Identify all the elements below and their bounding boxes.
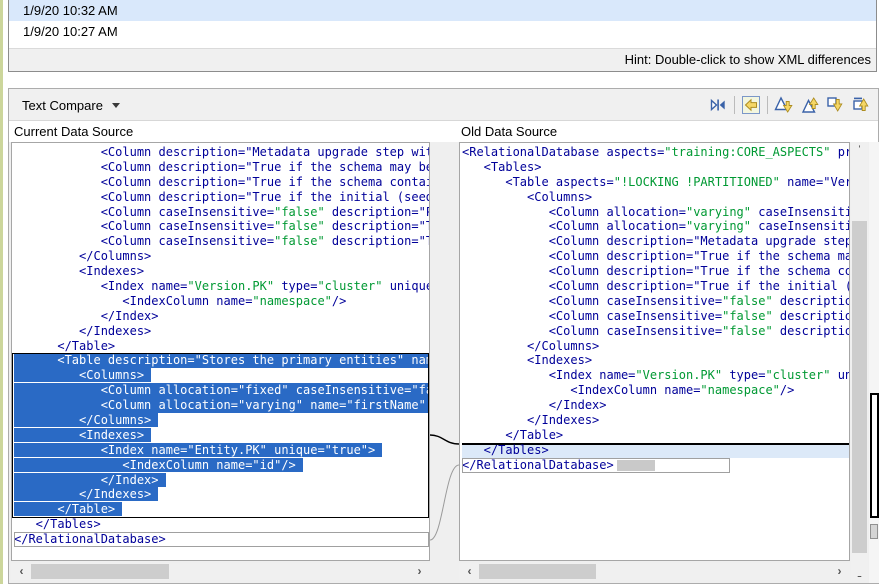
code-line[interactable]: <Indexes> bbox=[14, 428, 429, 443]
diff-marker-selected[interactable] bbox=[870, 393, 879, 518]
code-line[interactable]: <Column allocation="varying" name="first… bbox=[14, 398, 429, 413]
right-pane-title: Old Data Source bbox=[461, 124, 557, 139]
copy-current-change-right-to-left-icon[interactable] bbox=[741, 95, 761, 115]
compare-panel: Text Compare bbox=[8, 88, 879, 584]
scroll-left-icon[interactable]: ‹ bbox=[13, 563, 30, 580]
code-line[interactable]: <Table aspects="!LOCKING !PARTITIONED" n… bbox=[462, 175, 849, 190]
right-vertical-scrollbar[interactable]: ˈ ˍ bbox=[851, 142, 868, 580]
code-line[interactable]: <Column description="True if the schema … bbox=[462, 264, 849, 279]
code-line[interactable]: <Column caseInsensitive="false" descript… bbox=[462, 324, 849, 339]
code-line[interactable]: <Column allocation="fixed" caseInsensiti… bbox=[14, 383, 429, 398]
previous-change-icon[interactable] bbox=[852, 95, 872, 115]
code-line[interactable]: </RelationalDatabase> bbox=[462, 458, 730, 473]
code-line[interactable]: <Table description="Stores the primary e… bbox=[14, 353, 429, 368]
code-line[interactable]: <Indexes> bbox=[14, 264, 429, 279]
code-line[interactable]: </RelationalDatabase> bbox=[14, 532, 429, 547]
compare-toolbar: Text Compare bbox=[9, 89, 878, 121]
history-row[interactable]: 1/9/20 10:27 AM bbox=[9, 21, 876, 42]
previous-difference-icon[interactable] bbox=[800, 95, 820, 115]
code-line[interactable]: <Indexes> bbox=[462, 353, 849, 368]
diff-marker[interactable] bbox=[870, 524, 878, 539]
code-line[interactable]: <IndexColumn name="namespace"/> bbox=[462, 383, 849, 398]
scroll-left-icon[interactable]: ‹ bbox=[461, 563, 478, 580]
code-line[interactable]: </Table> bbox=[14, 502, 429, 517]
scroll-right-icon[interactable]: › bbox=[411, 563, 428, 580]
hint-bar: Hint: Double-click to show XML differenc… bbox=[9, 48, 876, 71]
code-line[interactable]: <Index name="Version.PK" type="cluster" … bbox=[14, 279, 429, 294]
next-change-icon[interactable] bbox=[826, 95, 846, 115]
code-line[interactable]: <Column caseInsensitive="false" descript… bbox=[14, 205, 429, 220]
scrollbar-thumb[interactable] bbox=[852, 221, 867, 553]
diff-overview-ruler[interactable] bbox=[869, 142, 879, 583]
code-line[interactable]: <Column caseInsensitive="false" descript… bbox=[14, 219, 429, 234]
left-code-pane[interactable]: <Column description="Metadata upgrade st… bbox=[11, 142, 430, 561]
chevron-down-icon bbox=[112, 103, 120, 108]
code-line[interactable]: <Column allocation="varying" caseInsensi… bbox=[462, 205, 849, 220]
scrollbar-thumb[interactable] bbox=[479, 564, 596, 579]
code-line[interactable]: <Column description="Metadata upgrade st… bbox=[14, 145, 429, 160]
editor-edge-strip bbox=[0, 0, 3, 584]
compare-mode-label: Text Compare bbox=[22, 98, 103, 113]
toolbar-separator bbox=[767, 96, 768, 114]
code-line[interactable]: </Indexes> bbox=[14, 324, 429, 339]
code-line[interactable]: </Columns> bbox=[14, 249, 429, 264]
code-line[interactable]: <Column description="True if the schema … bbox=[14, 160, 429, 175]
code-line[interactable]: <Index name="Version.PK" type="cluster" … bbox=[462, 368, 849, 383]
code-line[interactable]: <Column description="Metadata upgrade st… bbox=[462, 234, 849, 249]
diff-connector-lines bbox=[430, 142, 459, 583]
code-line[interactable]: </Tables> bbox=[462, 443, 849, 458]
scroll-right-icon[interactable]: › bbox=[831, 563, 848, 580]
code-line[interactable]: <Columns> bbox=[14, 368, 429, 383]
code-line[interactable]: </Table> bbox=[14, 339, 429, 354]
code-line[interactable]: <Column description="True if the schema … bbox=[14, 175, 429, 190]
hint-text: Hint: Double-click to show XML differenc… bbox=[625, 52, 871, 67]
code-line[interactable]: <Column allocation="varying" caseInsensi… bbox=[462, 219, 849, 234]
history-row[interactable]: 1/9/20 10:32 AM bbox=[9, 0, 876, 21]
code-line[interactable]: </Tables> bbox=[14, 517, 429, 532]
code-line[interactable]: </Table> bbox=[462, 428, 849, 443]
scroll-up-icon[interactable]: ˈ bbox=[851, 142, 868, 159]
resolved-diff-block bbox=[617, 460, 655, 471]
code-line[interactable]: </Index> bbox=[14, 473, 429, 488]
code-line[interactable]: <IndexColumn name="namespace"/> bbox=[14, 294, 429, 309]
code-line[interactable]: <Columns> bbox=[462, 190, 849, 205]
left-pane-title: Current Data Source bbox=[14, 124, 133, 139]
history-list: 1/9/20 10:32 AM 1/9/20 10:27 AM Hint: Do… bbox=[8, 0, 877, 72]
code-line[interactable]: <Column description="True if the initial… bbox=[462, 279, 849, 294]
code-line[interactable]: <Index name="Entity.PK" unique="true"> bbox=[14, 443, 429, 458]
right-horizontal-scrollbar[interactable]: ‹ › bbox=[459, 563, 850, 580]
scrollbar-thumb[interactable] bbox=[31, 564, 169, 579]
scroll-down-icon[interactable]: ˍ bbox=[851, 563, 868, 580]
next-difference-icon[interactable] bbox=[774, 95, 794, 115]
compare-content: <Column description="Metadata upgrade st… bbox=[9, 142, 878, 583]
code-line[interactable]: <Column description="True if the schema … bbox=[462, 249, 849, 264]
code-line[interactable]: <Column caseInsensitive="false" descript… bbox=[462, 294, 849, 309]
compare-mode-dropdown[interactable]: Text Compare bbox=[18, 94, 124, 116]
code-line[interactable]: <Column caseInsensitive="false" descript… bbox=[462, 309, 849, 324]
code-line[interactable]: </Index> bbox=[14, 309, 429, 324]
toolbar-separator bbox=[734, 96, 735, 114]
toolbar-icon-group bbox=[708, 94, 872, 116]
code-line[interactable]: </Indexes> bbox=[14, 487, 429, 502]
pane-headers: Current Data Source Old Data Source bbox=[9, 121, 878, 142]
code-line[interactable]: <Column description="True if the initial… bbox=[14, 190, 429, 205]
code-line[interactable]: </Indexes> bbox=[462, 413, 849, 428]
code-line[interactable]: </Columns> bbox=[462, 339, 849, 354]
code-line[interactable]: <Column caseInsensitive="false" descript… bbox=[14, 234, 429, 249]
code-line[interactable]: <Tables> bbox=[462, 160, 849, 175]
code-line[interactable]: <RelationalDatabase aspects="training:CO… bbox=[462, 145, 849, 160]
swap-left-and-right-icon[interactable] bbox=[708, 95, 728, 115]
left-horizontal-scrollbar[interactable]: ‹ › bbox=[11, 563, 430, 580]
compare-editor-window: 1/9/20 10:32 AM 1/9/20 10:27 AM Hint: Do… bbox=[0, 0, 879, 584]
code-line[interactable]: </Index> bbox=[462, 398, 849, 413]
code-line[interactable]: </Columns> bbox=[14, 413, 429, 428]
code-line[interactable]: <IndexColumn name="id"/> bbox=[14, 458, 429, 473]
right-code-pane[interactable]: <RelationalDatabase aspects="training:CO… bbox=[459, 142, 850, 561]
